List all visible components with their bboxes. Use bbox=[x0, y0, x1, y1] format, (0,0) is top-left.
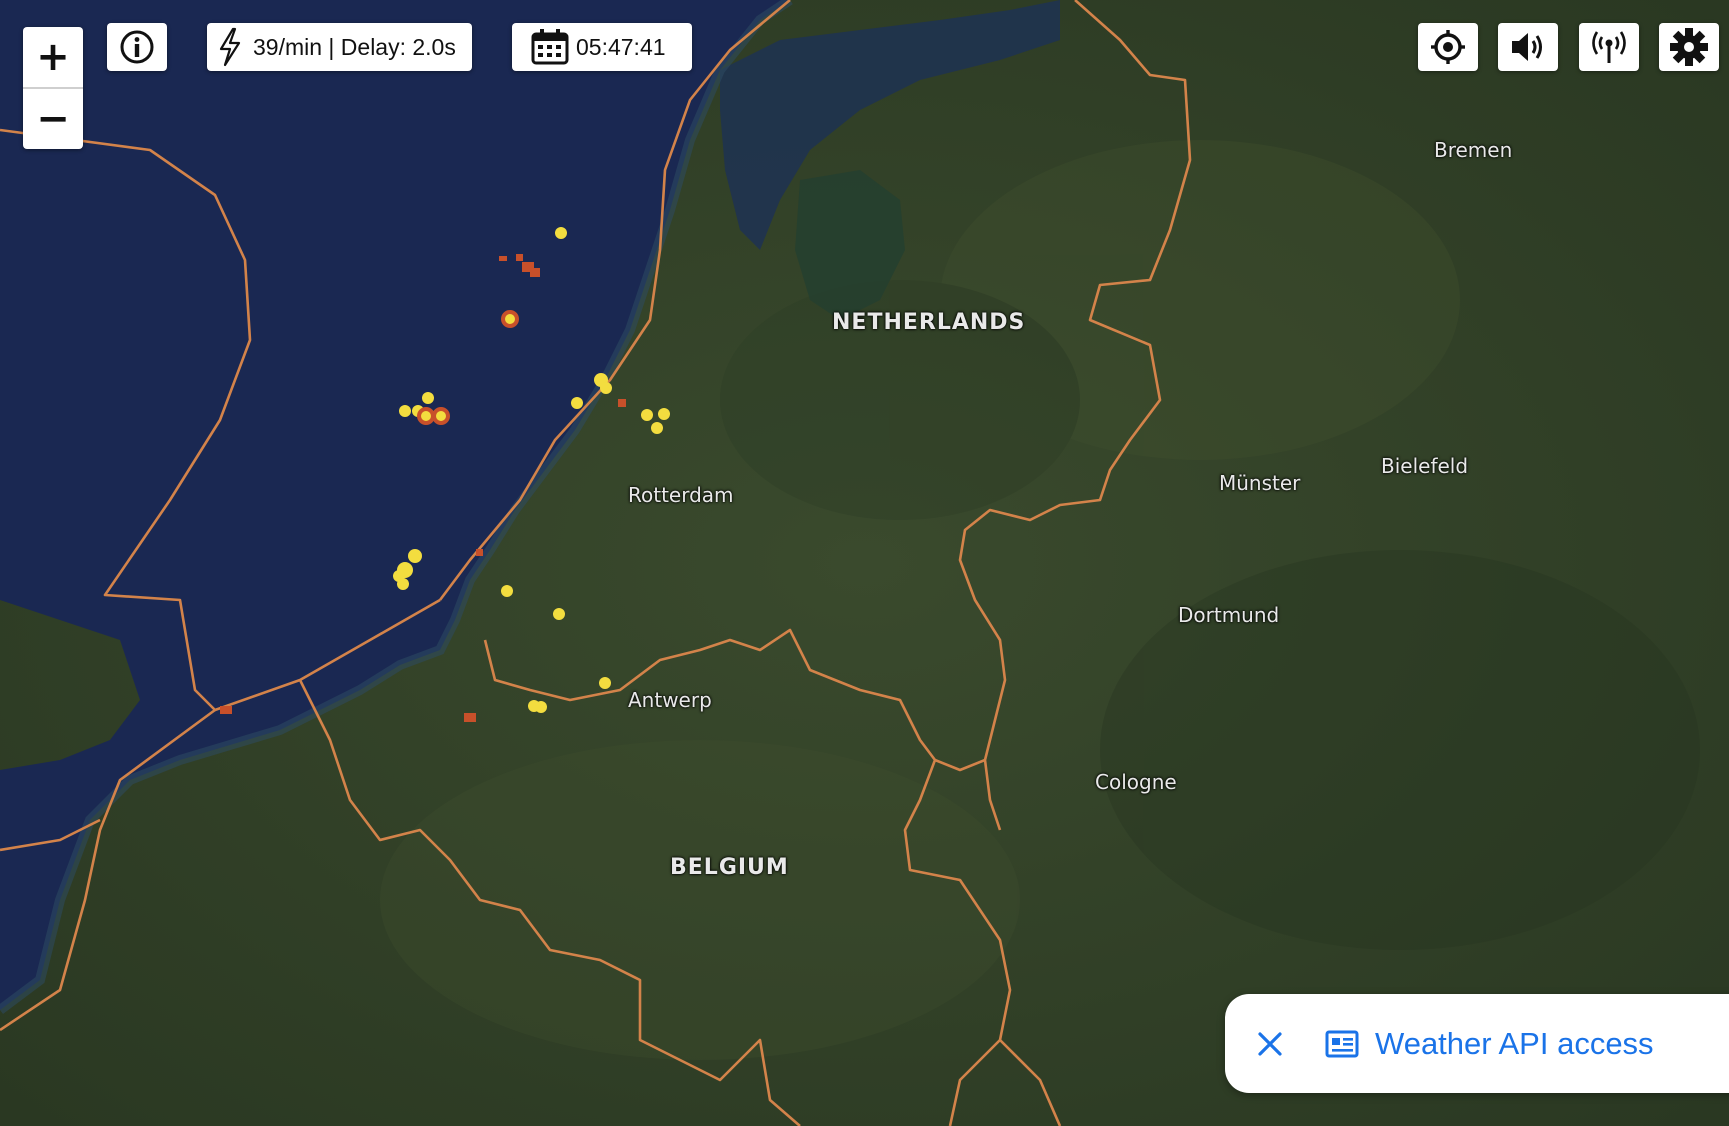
strike-rate-display[interactable]: 39/min | Delay: 2.0s bbox=[207, 23, 472, 71]
strike-rate-text: 39/min | Delay: 2.0s bbox=[253, 33, 456, 60]
weather-api-toast: Weather API access bbox=[1225, 994, 1729, 1093]
strike-marker bbox=[555, 227, 567, 239]
label-munster: Münster bbox=[1219, 471, 1301, 495]
label-antwerp: Antwerp bbox=[628, 688, 712, 712]
time-display[interactable]: 05:47:41 bbox=[512, 23, 692, 71]
strike-marker bbox=[501, 310, 519, 328]
strike-marker bbox=[641, 409, 653, 421]
old-strike-marker bbox=[220, 706, 232, 714]
strike-marker bbox=[422, 392, 434, 404]
strike-marker bbox=[397, 578, 409, 590]
satellite-map[interactable] bbox=[0, 0, 1729, 1126]
old-strike-marker bbox=[618, 399, 626, 407]
speaker-icon bbox=[1512, 33, 1542, 61]
crosshair-icon bbox=[1431, 30, 1465, 64]
strike-marker bbox=[501, 585, 513, 597]
sound-button[interactable] bbox=[1498, 23, 1558, 71]
strike-marker bbox=[658, 408, 670, 420]
strike-marker bbox=[571, 397, 583, 409]
info-button[interactable] bbox=[107, 23, 167, 71]
strike-marker bbox=[408, 549, 422, 563]
zoom-out-button[interactable]: − bbox=[23, 89, 83, 149]
article-icon bbox=[1325, 1030, 1359, 1057]
strike-marker bbox=[599, 677, 611, 689]
strike-marker bbox=[651, 422, 663, 434]
strike-marker bbox=[417, 407, 435, 425]
locate-button[interactable] bbox=[1418, 23, 1478, 71]
weather-api-link[interactable]: Weather API access bbox=[1375, 1026, 1654, 1062]
label-rotterdam: Rotterdam bbox=[628, 483, 734, 507]
old-strike-marker bbox=[464, 713, 476, 722]
close-icon[interactable] bbox=[1255, 1029, 1285, 1059]
old-strike-marker bbox=[516, 254, 523, 261]
label-cologne: Cologne bbox=[1095, 770, 1177, 794]
old-strike-marker bbox=[476, 549, 483, 556]
calendar-icon bbox=[531, 29, 569, 65]
strike-marker bbox=[553, 608, 565, 620]
time-text: 05:47:41 bbox=[576, 33, 666, 60]
info-icon bbox=[120, 30, 154, 64]
settings-button[interactable] bbox=[1659, 23, 1719, 71]
lightning-icon bbox=[219, 27, 241, 67]
label-bielefeld: Bielefeld bbox=[1381, 454, 1469, 478]
strike-marker bbox=[432, 407, 450, 425]
zoom-in-button[interactable]: + bbox=[23, 27, 83, 87]
label-netherlands: NETHERLANDS bbox=[832, 310, 1026, 335]
antenna-icon bbox=[1592, 31, 1626, 63]
strike-marker bbox=[535, 701, 547, 713]
gear-icon bbox=[1670, 28, 1708, 66]
old-strike-marker bbox=[530, 268, 540, 277]
strike-marker bbox=[600, 382, 612, 394]
strike-marker bbox=[399, 405, 411, 417]
label-belgium: BELGIUM bbox=[670, 855, 789, 880]
zoom-control: + − bbox=[23, 27, 83, 149]
broadcast-button[interactable] bbox=[1579, 23, 1639, 71]
label-dortmund: Dortmund bbox=[1178, 603, 1280, 627]
label-bremen: Bremen bbox=[1434, 138, 1513, 162]
old-strike-marker bbox=[499, 256, 507, 261]
